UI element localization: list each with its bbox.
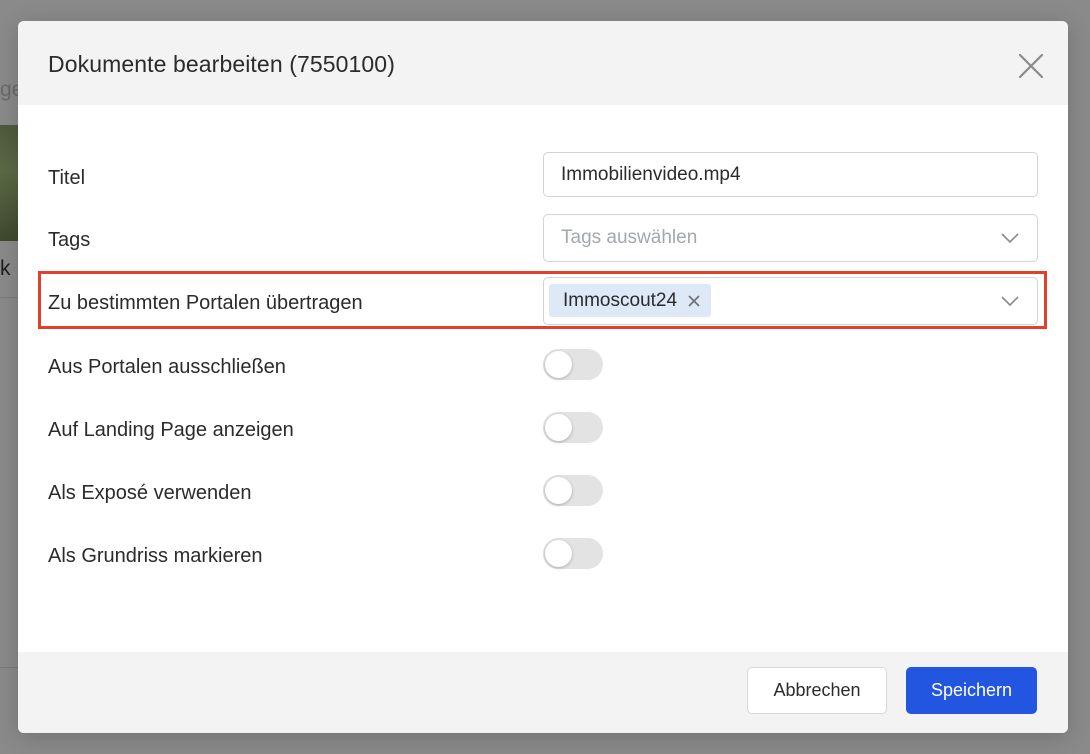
background-divider <box>0 297 18 298</box>
portals-multiselect[interactable]: Immoscout24 <box>543 277 1038 325</box>
save-button[interactable]: Speichern <box>906 667 1037 714</box>
dialog-header: Dokumente bearbeiten (7550100) <box>18 21 1068 105</box>
dialog-footer: Abbrechen Speichern <box>18 652 1068 733</box>
dialog-title: Dokumente bearbeiten (7550100) <box>48 51 395 77</box>
toggle-knob <box>545 540 572 567</box>
landing-page-toggle[interactable] <box>543 412 603 443</box>
floorplan-toggle[interactable] <box>543 538 603 569</box>
portal-chip-immoscout24: Immoscout24 <box>549 284 712 317</box>
title-input[interactable] <box>543 152 1038 197</box>
portals-label: Zu bestimmten Portalen übertragen <box>48 292 363 314</box>
edit-documents-dialog: Dokumente bearbeiten (7550100) Titel Tag… <box>18 21 1068 733</box>
portal-chip-label: Immoscout24 <box>563 289 678 311</box>
chevron-down-icon <box>1001 296 1019 307</box>
toggle-knob <box>545 351 572 378</box>
floorplan-label: Als Grundriss markieren <box>48 545 263 567</box>
title-label: Titel <box>48 167 86 189</box>
background-thumbnail <box>0 125 18 241</box>
background-divider <box>0 667 18 668</box>
tags-label: Tags <box>48 229 91 251</box>
close-icon <box>1018 53 1044 79</box>
exclude-portals-toggle[interactable] <box>543 349 603 380</box>
chevron-down-icon <box>1001 233 1019 244</box>
expose-toggle[interactable] <box>543 475 603 506</box>
tags-select[interactable]: Tags auswählen <box>543 214 1038 262</box>
expose-label: Als Exposé verwenden <box>48 482 252 504</box>
cancel-button[interactable]: Abbrechen <box>747 667 887 714</box>
close-button[interactable] <box>1016 51 1046 81</box>
landing-page-label: Auf Landing Page anzeigen <box>48 419 294 441</box>
exclude-portals-label: Aus Portalen ausschließen <box>48 356 286 378</box>
chip-remove-icon[interactable] <box>687 294 701 308</box>
tags-placeholder: Tags auswählen <box>561 227 698 248</box>
background-text-fragment: k <box>0 257 11 280</box>
toggle-knob <box>545 477 572 504</box>
toggle-knob <box>545 414 572 441</box>
